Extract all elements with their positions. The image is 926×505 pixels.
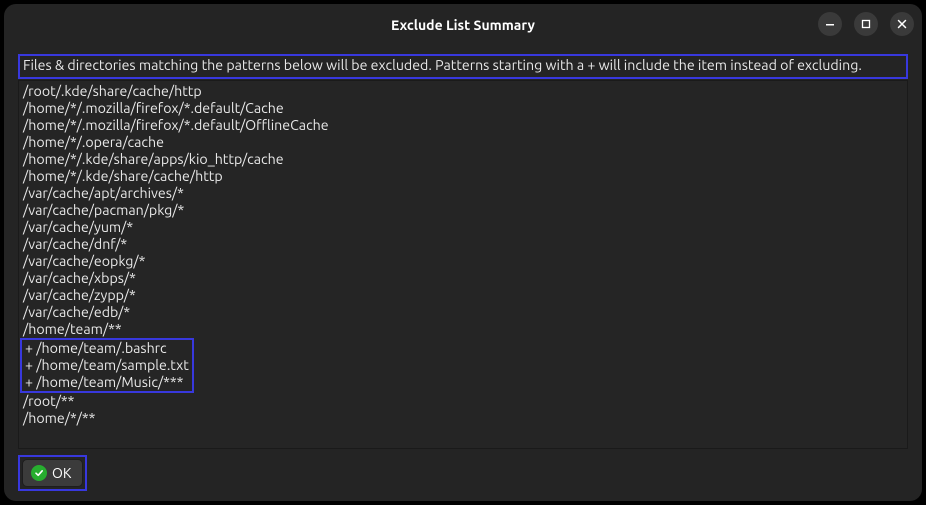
close-button[interactable] <box>890 12 914 36</box>
pattern-row: /home/*/.kde/share/apps/kio_http/cache <box>23 151 903 168</box>
pattern-row: /home/*/.kde/share/cache/http <box>23 168 903 185</box>
ok-button-label: OK <box>52 465 71 481</box>
pattern-row: /var/cache/pacman/pkg/* <box>23 202 903 219</box>
pattern-row: /home/*/.opera/cache <box>23 134 903 151</box>
pattern-row: /home/team/** <box>23 321 903 338</box>
description-text: Files & directories matching the pattern… <box>18 54 908 79</box>
maximize-icon <box>861 19 871 29</box>
dialog-content: Files & directories matching the pattern… <box>4 46 922 501</box>
window-controls <box>818 12 914 36</box>
ok-highlight: OK <box>18 455 87 491</box>
close-icon <box>897 19 907 29</box>
minimize-icon <box>825 19 835 29</box>
include-patterns-highlight: + /home/team/.bashrc+ /home/team/sample.… <box>20 338 194 393</box>
pattern-row: + /home/team/.bashrc <box>25 340 189 357</box>
check-icon <box>31 465 47 481</box>
titlebar: Exclude List Summary <box>4 4 922 46</box>
pattern-row: /root/.kde/share/cache/http <box>23 83 903 100</box>
pattern-row: /var/cache/eopkg/* <box>23 253 903 270</box>
ok-button[interactable]: OK <box>22 459 83 487</box>
pattern-row: /var/cache/yum/* <box>23 219 903 236</box>
pattern-row: /root/** <box>23 393 903 410</box>
pattern-list-frame: /root/.kde/share/cache/http/home/*/.mozi… <box>18 80 908 449</box>
pattern-row: /var/cache/zypp/* <box>23 287 903 304</box>
minimize-button[interactable] <box>818 12 842 36</box>
maximize-button[interactable] <box>854 12 878 36</box>
dialog-window: Exclude List Summary Files & directories… <box>4 4 922 501</box>
pattern-row: /home/*/.mozilla/firefox/*.default/Cache <box>23 100 903 117</box>
pattern-row: + /home/team/sample.txt <box>25 357 189 374</box>
pattern-row: + /home/team/Music/*** <box>25 374 189 391</box>
pattern-row: /var/cache/dnf/* <box>23 236 903 253</box>
pattern-row: /var/cache/xbps/* <box>23 270 903 287</box>
pattern-row: /var/cache/edb/* <box>23 304 903 321</box>
pattern-row: /home/*/** <box>23 410 903 427</box>
pattern-list: /root/.kde/share/cache/http/home/*/.mozi… <box>23 83 903 427</box>
button-bar: OK <box>18 449 908 491</box>
pattern-row: /var/cache/apt/archives/* <box>23 185 903 202</box>
pattern-row: /home/*/.mozilla/firefox/*.default/Offli… <box>23 117 903 134</box>
window-title: Exclude List Summary <box>391 17 535 33</box>
